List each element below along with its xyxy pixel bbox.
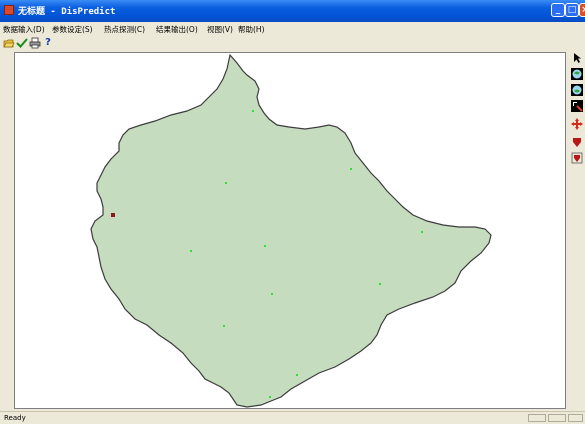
maximize-button[interactable]: □ [565,3,579,17]
sample-point[interactable] [296,374,298,376]
marker-settings-icon[interactable] [571,152,583,164]
zoom-extent-icon[interactable] [571,100,583,112]
window-title: 无标题 - DisPredict [18,7,116,17]
selected-point[interactable] [111,213,115,217]
status-pane [568,414,583,422]
close-button[interactable]: × [579,3,585,17]
sample-point[interactable] [225,182,227,184]
status-pane [528,414,546,422]
app-icon[interactable] [4,5,14,15]
menu-result-output[interactable]: 结果输出(O) [156,24,198,35]
check-icon[interactable] [16,37,28,49]
status-bar: Ready [0,411,585,424]
sample-point[interactable] [223,325,225,327]
menu-help[interactable]: 帮助(H) [238,24,265,35]
zoom-out-globe-icon[interactable] [571,84,583,96]
status-pane [548,414,566,422]
print-icon[interactable] [29,37,41,49]
pointer-icon[interactable] [571,52,583,64]
menu-data-input[interactable]: 数据输入(D) [3,24,45,35]
marker-icon[interactable] [571,136,583,148]
sample-point[interactable] [269,396,271,398]
tool-palette [569,52,585,172]
minimize-button[interactable]: _ [551,3,565,17]
zoom-in-globe-icon[interactable] [571,68,583,80]
status-text: Ready [4,414,26,422]
toolbar: ? [0,36,585,50]
study-area-polygon[interactable] [90,53,492,408]
pan-icon[interactable] [571,118,583,130]
sample-point[interactable] [252,110,254,112]
sample-point[interactable] [190,250,192,252]
menu-hotspot-detection[interactable]: 热点探测(C) [104,24,145,35]
help-icon[interactable]: ? [42,37,54,49]
sample-point[interactable] [271,293,273,295]
sample-point[interactable] [264,245,266,247]
menu-parameter-settings[interactable]: 参数设定(S) [52,24,93,35]
sample-point[interactable] [379,283,381,285]
map-canvas[interactable] [14,52,566,409]
sample-point[interactable] [421,231,423,233]
open-folder-icon[interactable] [3,37,15,49]
sample-point[interactable] [350,168,352,170]
menu-bar: 数据输入(D) 参数设定(S) 热点探测(C) 结果输出(O) 视图(V) 帮助… [0,22,585,36]
menu-view[interactable]: 视图(V) [207,24,233,35]
title-bar[interactable]: 无标题 - DisPredict _ □ × [0,0,585,22]
